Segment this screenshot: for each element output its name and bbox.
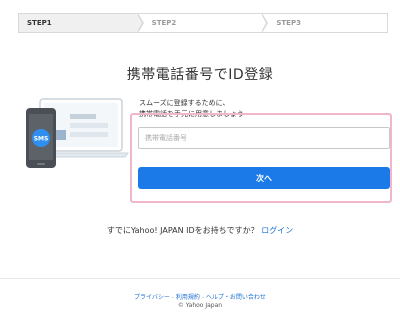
existing-id-text: すでにYahoo! JAPAN IDをお持ちですか？ <box>106 226 259 235</box>
step-indicator: STEP1 STEP2 STEP3 <box>18 13 388 33</box>
description-line-1: スムーズに登録するために、 <box>139 99 230 107</box>
existing-id-prompt: すでにYahoo! JAPAN IDをお持ちですか？ ログイン <box>0 225 400 236</box>
login-link[interactable]: ログイン <box>261 226 293 235</box>
phone-number-input[interactable] <box>138 127 390 149</box>
step-3-label: STEP3 <box>276 19 301 27</box>
step-1-label: STEP1 <box>27 19 52 27</box>
next-button[interactable]: 次へ <box>138 167 390 189</box>
footer-links: プライバシー - 利用規約 - ヘルプ・お問い合わせ <box>0 292 400 301</box>
step-3: STEP3 <box>262 14 387 32</box>
laptop-phone-illustration: SMS <box>26 98 129 168</box>
terms-link[interactable]: 利用規約 <box>176 294 200 301</box>
step-separator <box>136 13 144 33</box>
step-1: STEP1 <box>19 13 144 33</box>
privacy-link[interactable]: プライバシー <box>134 294 170 301</box>
step-2: STEP2 <box>138 13 269 33</box>
smartphone-icon: SMS <box>26 108 56 168</box>
help-link[interactable]: ヘルプ・お問い合わせ <box>206 294 266 301</box>
step-separator <box>261 13 269 33</box>
copyright: © Yahoo Japan <box>177 302 223 309</box>
registration-illustration: SMS <box>21 96 131 171</box>
step-2-label: STEP2 <box>151 19 177 27</box>
sms-label: SMS <box>34 136 49 143</box>
page-title: 携帯電話番号でID登録 <box>126 67 274 83</box>
footer-divider <box>0 278 400 279</box>
